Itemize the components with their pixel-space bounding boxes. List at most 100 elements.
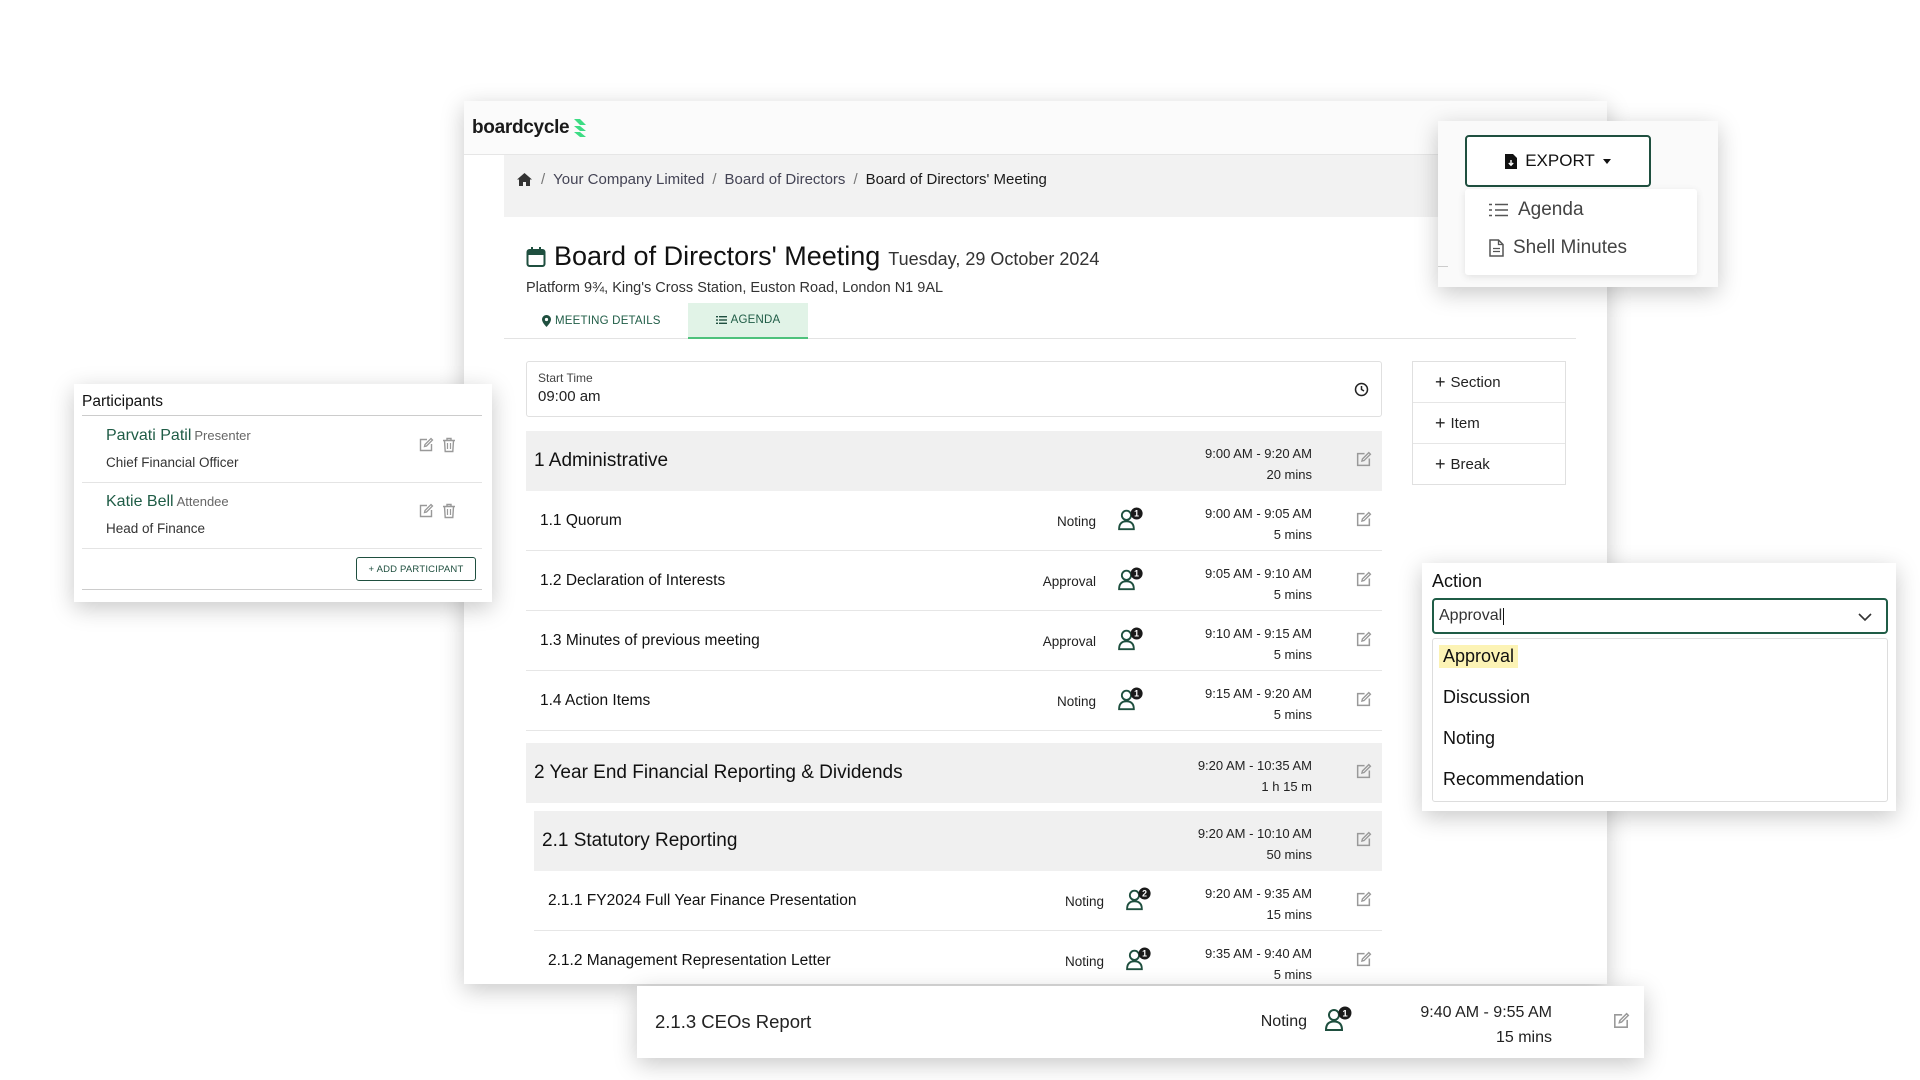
edit-icon[interactable]	[1355, 571, 1372, 588]
agenda-section-row[interactable]: 2.1 Statutory Reporting 9:20 AM - 10:10 A…	[534, 811, 1382, 871]
tab-bar: MEETING DETAILS AGENDA	[504, 303, 1576, 339]
presenter-badge[interactable]: 1	[1118, 687, 1146, 711]
agenda-item-row[interactable]: 2.1.1 FY2024 Full Year Finance Presentat…	[534, 871, 1382, 931]
presenter-badge[interactable]: 2	[1126, 887, 1154, 911]
tab-agenda[interactable]: AGENDA	[688, 303, 808, 339]
presenter-count: 2	[1142, 889, 1147, 899]
add-participant-button[interactable]: + ADD PARTICIPANT	[356, 557, 476, 581]
presenter-count: 1	[1134, 509, 1139, 519]
calendar-icon	[526, 246, 546, 267]
logo[interactable]: boardcycle	[472, 117, 589, 139]
home-icon[interactable]	[516, 172, 533, 187]
agenda-item-action: Noting	[1064, 953, 1104, 969]
action-label: Action	[1432, 571, 1483, 591]
option-discussion[interactable]: Discussion	[1439, 686, 1534, 709]
agenda-item-time: 9:35 AM - 9:40 AM 5 mins	[1205, 943, 1312, 984]
presenter-count: 1	[1142, 949, 1147, 959]
edit-icon[interactable]	[1355, 763, 1372, 780]
agenda-item-name: 2.1 Statutory Reporting	[542, 830, 738, 851]
agenda-item-time: 9:10 AM - 9:15 AM 5 mins	[1205, 623, 1312, 665]
chevron-down-icon[interactable]	[1858, 613, 1872, 622]
meeting-date: Tuesday, 29 October 2024	[888, 249, 1100, 269]
start-time-value: 09:00 am	[538, 388, 601, 405]
agenda-section-row[interactable]: 1 Administrative 9:00 AM - 9:20 AM 20 mins	[526, 431, 1382, 491]
add-section-button[interactable]: + Section	[1413, 362, 1565, 403]
duration: 5 mins	[1273, 647, 1312, 662]
breadcrumb-board[interactable]: Board of Directors	[725, 171, 846, 188]
person-icon: 1	[1118, 687, 1143, 711]
agenda-item-name: 1.1 Quorum	[540, 512, 622, 529]
edit-icon[interactable]	[1355, 631, 1372, 648]
presenter-badge[interactable]: 1	[1118, 507, 1146, 531]
edit-icon[interactable]	[1355, 891, 1372, 908]
start-time-field[interactable]: Start Time 09:00 am	[526, 361, 1382, 417]
duration: 1 h 15 m	[1261, 779, 1312, 794]
divider	[82, 589, 482, 590]
export-button[interactable]: EXPORT	[1465, 135, 1651, 187]
edit-icon[interactable]	[1355, 691, 1372, 708]
logo-text: boardcycle	[472, 117, 570, 138]
participant-name-line: Parvati Patil Presenter	[106, 427, 251, 445]
presenter-badge[interactable]: 1	[1325, 1006, 1355, 1032]
agenda-item-time: 9:00 AM - 9:20 AM 20 mins	[1205, 443, 1312, 485]
presenter-count: 1	[1342, 1009, 1348, 1020]
edit-icon[interactable]	[1355, 951, 1372, 968]
agenda-item-ceo-report[interactable]: 2.1.3 CEOs Report Noting 1 9:40 AM - 9:5…	[637, 986, 1644, 1058]
breadcrumb-separator: /	[712, 171, 717, 188]
add-item-button[interactable]: + Item	[1413, 403, 1565, 444]
presenter-badge[interactable]: 1	[1118, 627, 1146, 651]
agenda-item-row[interactable]: 1.4 Action Items Noting 1 9:15 AM - 9:20 AM…	[526, 671, 1382, 731]
presenter-badge[interactable]: 1	[1126, 947, 1154, 971]
edit-icon[interactable]	[418, 437, 434, 453]
participants-title: Participants	[82, 393, 163, 410]
app-window: boardcycle / Your Company Limited / Boar…	[464, 101, 1607, 984]
agenda-section-row[interactable]: 2 Year End Financial Reporting & Dividen…	[526, 743, 1382, 803]
agenda-item-name: 1.4 Action Items	[540, 692, 651, 709]
edit-icon[interactable]	[1612, 1012, 1630, 1030]
agenda-item-row[interactable]: 1.3 Minutes of previous meeting Approval 1…	[526, 611, 1382, 671]
add-panel: + Section + Item + Break	[1412, 361, 1566, 485]
agenda-item-time: 9:05 AM - 9:10 AM 5 mins	[1205, 563, 1312, 605]
menu-item-agenda[interactable]: Agenda	[1489, 199, 1584, 221]
divider	[82, 415, 482, 416]
time-range: 9:20 AM - 9:35 AM	[1205, 886, 1312, 901]
menu-item-shell-minutes[interactable]: Shell Minutes	[1489, 237, 1627, 259]
tab-meeting-details[interactable]: MEETING DETAILS	[542, 303, 661, 339]
divider	[1438, 266, 1448, 267]
title-row: Board of Directors' Meeting Tuesday, 29 …	[526, 241, 1099, 272]
time-range: 9:15 AM - 9:20 AM	[1205, 686, 1312, 701]
agenda-item-action: Noting	[1056, 693, 1096, 709]
participant-name[interactable]: Parvati Patil	[106, 427, 191, 444]
time-range: 9:20 AM - 10:10 AM	[1197, 826, 1312, 841]
agenda-item-name: 1.3 Minutes of previous meeting	[540, 632, 760, 649]
option-approval[interactable]: Approval	[1439, 645, 1519, 668]
content-area: / Your Company Limited / Board of Direct…	[504, 155, 1576, 984]
agenda-item-row[interactable]: 2.1.2 Management Representation Letter No…	[534, 931, 1382, 984]
breadcrumb-company[interactable]: Your Company Limited	[553, 171, 704, 188]
menu-item-agenda-label: Agenda	[1518, 199, 1584, 220]
tab-agenda-label: AGENDA	[730, 314, 781, 326]
agenda-item-row[interactable]: 1.2 Declaration of Interests Approval 1 9:0…	[526, 551, 1382, 611]
participant-job-title: Head of Finance	[106, 521, 206, 536]
trash-icon[interactable]	[442, 437, 456, 453]
edit-icon[interactable]	[1355, 451, 1372, 468]
participant-name[interactable]: Katie Bell	[106, 493, 174, 510]
add-break-button[interactable]: + Break	[1413, 444, 1565, 485]
edit-icon[interactable]	[1355, 831, 1372, 848]
edit-icon[interactable]	[418, 503, 434, 519]
agenda-item-row[interactable]: 1.1 Quorum Noting 1 9:00 AM - 9:05 AM 5 mins	[526, 491, 1382, 551]
option-noting[interactable]: Noting	[1439, 727, 1499, 750]
agenda-item-action: Approval	[1042, 633, 1096, 649]
edit-icon[interactable]	[1355, 511, 1372, 528]
option-recommendation[interactable]: Recommendation	[1439, 768, 1588, 791]
duration: 15 mins	[1495, 1029, 1552, 1046]
presenter-badge[interactable]: 1	[1118, 567, 1146, 591]
clock-icon[interactable]	[1354, 382, 1369, 397]
list-icon	[715, 316, 727, 324]
trash-icon[interactable]	[442, 503, 456, 519]
caret-down-icon	[1602, 158, 1611, 164]
breadcrumb: / Your Company Limited / Board of Direct…	[516, 171, 1047, 188]
breadcrumb-separator: /	[541, 171, 546, 188]
action-select-input[interactable]: Approval	[1432, 598, 1888, 634]
text-cursor	[1503, 607, 1505, 625]
